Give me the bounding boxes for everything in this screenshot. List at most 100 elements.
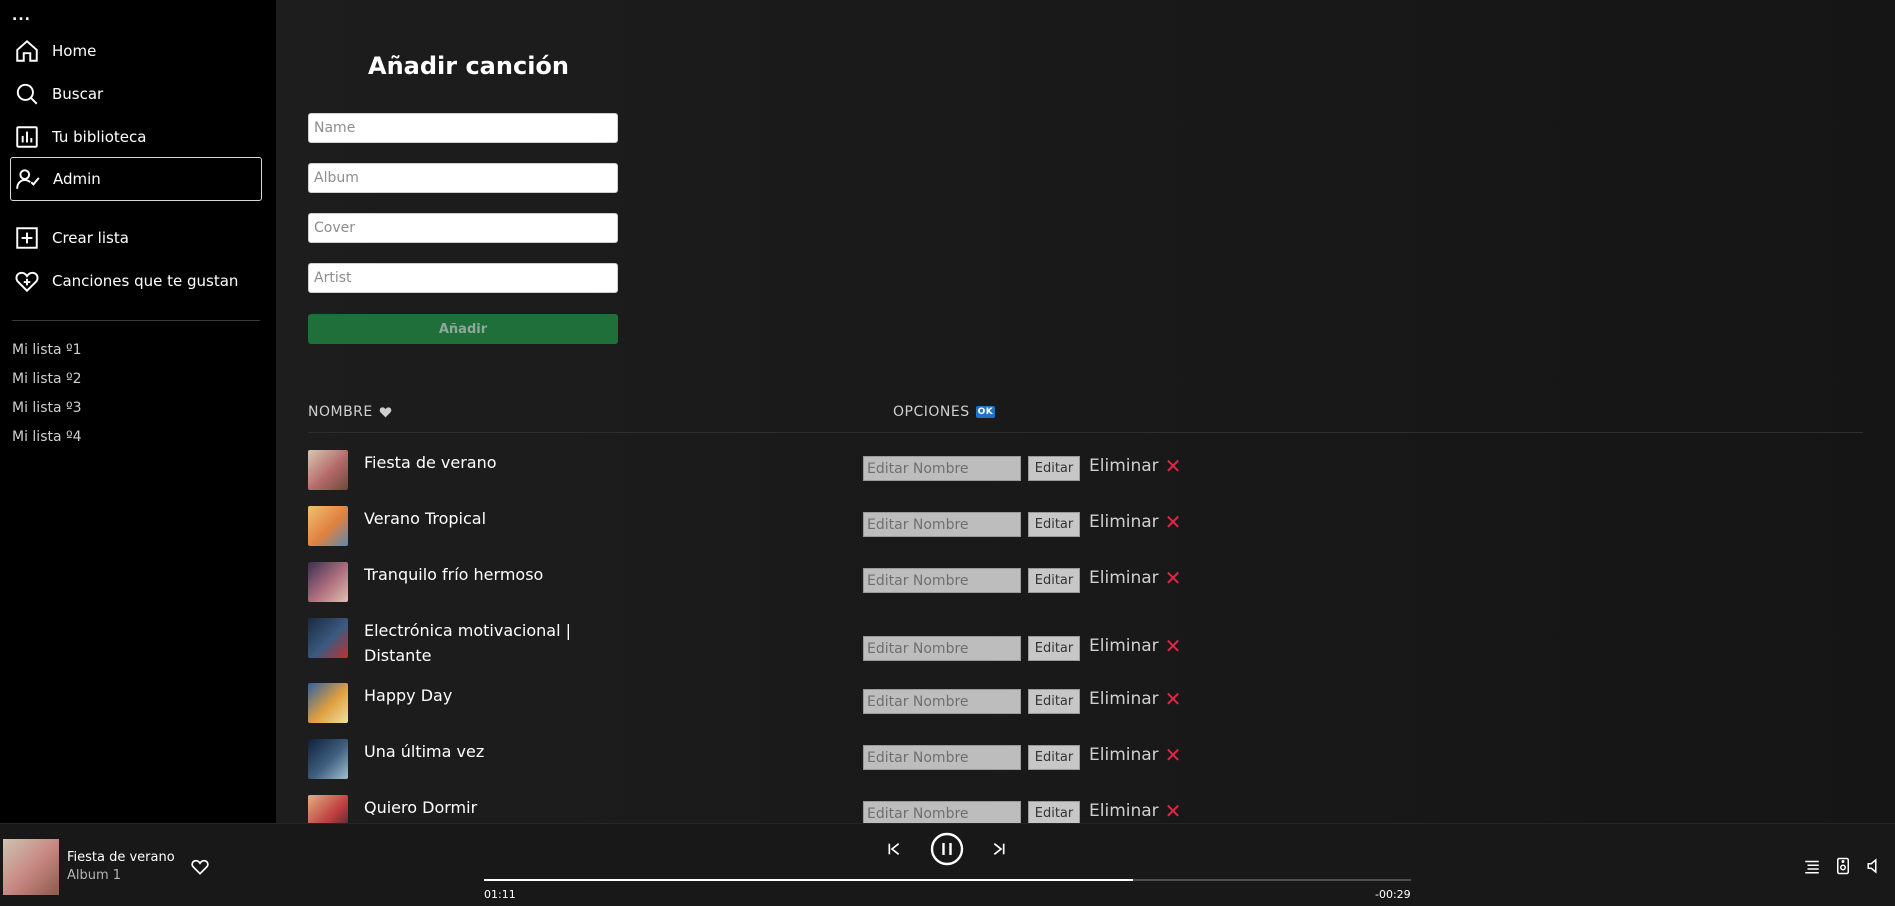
now-playing-cover: [3, 839, 59, 895]
close-icon: ✕: [1164, 510, 1182, 534]
nav-library-label: Tu biblioteca: [52, 128, 147, 146]
edit-name-input[interactable]: [863, 456, 1021, 481]
home-icon: [16, 39, 38, 62]
nav-library[interactable]: Tu biblioteca: [10, 115, 262, 159]
column-options-label: OPCIONES: [893, 404, 970, 420]
table-row: Fiesta de verano Editar Eliminar ✕: [308, 450, 1208, 492]
delete-label: Eliminar: [1089, 456, 1159, 476]
close-icon: ✕: [1164, 566, 1182, 590]
delete-button[interactable]: Eliminar ✕: [1089, 566, 1181, 590]
close-icon: ✕: [1164, 743, 1182, 767]
playlist-item[interactable]: Mi lista º1: [12, 342, 82, 358]
table-row: Tranquilo frío hermoso Editar Eliminar ✕: [308, 562, 1208, 604]
edit-button[interactable]: Editar: [1028, 689, 1080, 714]
delete-button[interactable]: Eliminar ✕: [1089, 799, 1181, 823]
table-row: Verano Tropical Editar Eliminar ✕: [308, 506, 1208, 548]
heart-icon: [379, 407, 392, 418]
cover-field[interactable]: [308, 213, 618, 243]
close-icon: ✕: [1164, 634, 1182, 658]
queue-icon[interactable]: [1803, 857, 1821, 875]
delete-button[interactable]: Eliminar ✕: [1089, 743, 1181, 767]
sidebar-divider: [12, 320, 260, 321]
liked-songs-button[interactable]: Canciones que te gustan: [10, 259, 262, 303]
nav-search[interactable]: Buscar: [10, 72, 262, 116]
song-cover: [308, 562, 348, 602]
header-divider: [308, 432, 1863, 433]
delete-button[interactable]: Eliminar ✕: [1089, 634, 1181, 658]
close-icon: ✕: [1164, 799, 1182, 823]
name-field[interactable]: [308, 113, 618, 143]
delete-label: Eliminar: [1089, 801, 1159, 821]
plus-square-icon: [16, 227, 38, 249]
delete-label: Eliminar: [1089, 689, 1159, 709]
song-cover: [308, 683, 348, 723]
now-playing-title[interactable]: Fiesta de verano: [67, 850, 175, 865]
playlist-item[interactable]: Mi lista º3: [12, 400, 82, 416]
pause-button[interactable]: [930, 832, 964, 866]
column-header-options: OPCIONES OK: [893, 404, 996, 420]
edit-button[interactable]: Editar: [1028, 745, 1080, 770]
nav-home[interactable]: Home: [10, 29, 262, 73]
delete-button[interactable]: Eliminar ✕: [1089, 510, 1181, 534]
delete-label: Eliminar: [1089, 512, 1159, 532]
main-content: Añadir canción Añadir NOMBRE OPCIONES OK…: [276, 0, 1895, 835]
column-header-name[interactable]: NOMBRE: [308, 404, 392, 420]
edit-name-input[interactable]: [863, 745, 1021, 770]
song-title: Una última vez: [364, 742, 485, 761]
edit-button[interactable]: Editar: [1028, 568, 1080, 593]
heart-plus-icon: [15, 271, 39, 293]
nav-search-label: Buscar: [52, 85, 104, 103]
edit-name-input[interactable]: [863, 689, 1021, 714]
sidebar: ... Home Buscar Tu biblioteca Admin Crea…: [0, 0, 276, 823]
delete-button[interactable]: Eliminar ✕: [1089, 687, 1181, 711]
edit-name-input[interactable]: [863, 636, 1021, 661]
song-title: Electrónica motivacional | Distante: [364, 621, 572, 665]
delete-label: Eliminar: [1089, 745, 1159, 765]
app: ... Home Buscar Tu biblioteca Admin Crea…: [0, 0, 1895, 906]
playlist-item[interactable]: Mi lista º4: [12, 429, 82, 445]
song-title: Fiesta de verano: [364, 453, 497, 472]
next-icon[interactable]: [991, 841, 1007, 857]
song-cover: [308, 506, 348, 546]
liked-songs-label: Canciones que te gustan: [52, 272, 239, 290]
song-title: Happy Day: [364, 686, 453, 705]
edit-button[interactable]: Editar: [1028, 456, 1080, 481]
song-cover: [308, 618, 348, 658]
heart-outline-icon[interactable]: [190, 857, 210, 877]
admin-icon: [16, 169, 40, 189]
add-song-button[interactable]: Añadir: [308, 314, 618, 344]
column-name-label: NOMBRE: [308, 404, 373, 420]
song-cover: [308, 739, 348, 779]
edit-button[interactable]: Editar: [1028, 636, 1080, 661]
delete-label: Eliminar: [1089, 568, 1159, 588]
close-icon: ✕: [1164, 454, 1182, 478]
nav-home-label: Home: [52, 42, 97, 60]
create-playlist-label: Crear lista: [52, 229, 129, 247]
progress-fill: [484, 879, 1133, 881]
library-icon: [16, 126, 38, 148]
nav-admin-label: Admin: [53, 170, 101, 188]
remaining-time: -00:29: [1375, 888, 1411, 901]
song-cover: [308, 450, 348, 490]
previous-icon[interactable]: [886, 841, 902, 857]
device-icon[interactable]: [1834, 857, 1852, 875]
create-playlist-button[interactable]: Crear lista: [10, 216, 262, 260]
edit-button[interactable]: Editar: [1028, 512, 1080, 537]
edit-name-input[interactable]: [863, 512, 1021, 537]
now-playing-album[interactable]: Album 1: [67, 868, 121, 883]
progress-bar[interactable]: [484, 879, 1411, 881]
delete-button[interactable]: Eliminar ✕: [1089, 454, 1181, 478]
artist-field[interactable]: [308, 263, 618, 293]
ok-badge: OK: [975, 406, 996, 418]
edit-name-input[interactable]: [863, 568, 1021, 593]
delete-label: Eliminar: [1089, 636, 1159, 656]
volume-icon[interactable]: [1866, 857, 1884, 875]
page-title: Añadir canción: [368, 52, 569, 80]
close-icon: ✕: [1164, 687, 1182, 711]
album-field[interactable]: [308, 163, 618, 193]
song-title: Quiero Dormir: [364, 798, 478, 817]
nav-admin[interactable]: Admin: [10, 157, 262, 201]
song-title: Verano Tropical: [364, 509, 487, 528]
playlist-item[interactable]: Mi lista º2: [12, 371, 82, 387]
menu-dots-icon[interactable]: ...: [12, 8, 31, 24]
